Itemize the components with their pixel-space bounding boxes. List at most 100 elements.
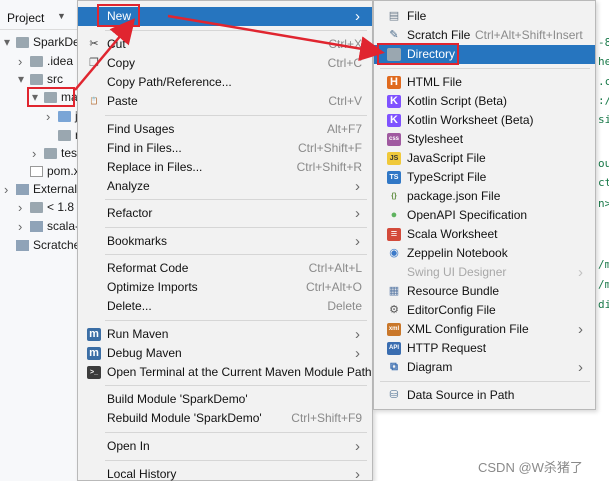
new-item-stylesheet[interactable]: css Stylesheet — [374, 130, 595, 149]
new-item-openapi-specification[interactable]: ● OpenAPI Specification — [374, 206, 595, 225]
annotation-box-directory — [377, 43, 459, 65]
menu-item-label: Optimize Imports — [107, 280, 198, 294]
menu-item-shortcut: Alt+F7 — [326, 122, 362, 136]
tree-collapsed-icon[interactable]: › — [18, 217, 28, 236]
folder-icon — [44, 148, 57, 159]
menu-item-cut[interactable]: ✂ Cut Ctrl+X — [78, 35, 372, 54]
menu-item-label: Scala Worksheet — [407, 227, 498, 241]
project-title: Project — [7, 11, 45, 25]
menu-separator — [380, 68, 590, 69]
menu-item-copy[interactable]: ❐ Copy Ctrl+C — [78, 54, 372, 73]
api-icon: API — [387, 342, 401, 355]
chevron-right-icon: › — [578, 359, 583, 376]
menu-item-debug-maven[interactable]: m Debug Maven › — [78, 344, 372, 363]
menu-item-refactor[interactable]: Refactor › — [78, 204, 372, 223]
folder-icon — [30, 56, 43, 67]
new-item-package-json-file[interactable]: {} package.json File — [374, 187, 595, 206]
editor-text-fragment: /m — [598, 258, 609, 271]
menu-item-label: Delete... — [107, 299, 152, 313]
menu-item-label: Analyze — [107, 179, 150, 193]
menu-item-paste[interactable]: 📋 Paste Ctrl+V — [78, 92, 372, 111]
new-item-kotlin-worksheet-beta[interactable]: K Kotlin Worksheet (Beta) — [374, 111, 595, 130]
chevron-right-icon: › — [355, 466, 360, 481]
menu-item-shortcut: Ctrl+Alt+L — [308, 261, 362, 275]
chevron-right-icon: › — [578, 264, 583, 281]
openapi-icon: ● — [390, 209, 398, 221]
menu-item-label: Build Module 'SparkDemo' — [107, 392, 248, 406]
menu-item-analyze[interactable]: Analyze › — [78, 177, 372, 196]
tree-collapsed-icon[interactable]: › — [18, 52, 28, 71]
menu-item-open-terminal-at-the-current-maven-module-path[interactable]: >_ Open Terminal at the Current Maven Mod… — [78, 363, 372, 382]
chevron-right-icon: › — [355, 233, 360, 250]
terminal-icon: >_ — [87, 366, 101, 379]
new-item-editorconfig-file[interactable]: ⚙ EditorConfig File — [374, 301, 595, 320]
chevron-right-icon: › — [355, 178, 360, 195]
new-item-xml-configuration-file[interactable]: xml XML Configuration File › — [374, 320, 595, 339]
project-header[interactable]: Project ▼ — [0, 0, 78, 30]
menu-item-local-history[interactable]: Local History › — [78, 465, 372, 481]
new-item-scala-worksheet[interactable]: ≡ Scala Worksheet — [374, 225, 595, 244]
menu-item-label: TypeScript File — [407, 170, 487, 184]
menu-item-find-in-files[interactable]: Find in Files... Ctrl+Shift+F — [78, 139, 372, 158]
new-item-typescript-file[interactable]: TS TypeScript File — [374, 168, 595, 187]
new-item-zeppelin-notebook[interactable]: ◉ Zeppelin Notebook — [374, 244, 595, 263]
menu-item-open-in[interactable]: Open In › — [78, 437, 372, 456]
editor-text-fragment: n> — [598, 197, 609, 210]
database-icon: ⛁ — [389, 389, 399, 401]
new-item-resource-bundle[interactable]: ▦ Resource Bundle — [374, 282, 595, 301]
new-item-http-request[interactable]: API HTTP Request — [374, 339, 595, 358]
menu-item-replace-in-files[interactable]: Replace in Files... Ctrl+Shift+R — [78, 158, 372, 177]
new-item-javascript-file[interactable]: JS JavaScript File — [374, 149, 595, 168]
menu-item-build-module-sparkdemo[interactable]: Build Module 'SparkDemo' — [78, 390, 372, 409]
menu-item-optimize-imports[interactable]: Optimize Imports Ctrl+Alt+O — [78, 278, 372, 297]
menu-item-run-maven[interactable]: m Run Maven › — [78, 325, 372, 344]
new-item-html-file[interactable]: H HTML File — [374, 73, 595, 92]
menu-item-shortcut: Ctrl+X — [328, 37, 362, 51]
chevron-right-icon: › — [578, 321, 583, 338]
editor-text-fragment: -8 — [598, 36, 609, 49]
menu-item-shortcut: Ctrl+V — [328, 94, 362, 108]
file-icon: ▤ — [388, 10, 400, 22]
new-item-diagram[interactable]: ⧉ Diagram › — [374, 358, 595, 377]
menu-item-find-usages[interactable]: Find Usages Alt+F7 — [78, 120, 372, 139]
folder-icon — [30, 202, 43, 213]
menu-separator — [105, 254, 367, 255]
menu-item-label: OpenAPI Specification — [407, 208, 528, 222]
menu-item-label: Paste — [107, 94, 138, 108]
chevron-right-icon: › — [355, 326, 360, 343]
new-item-file[interactable]: ▤ File — [374, 7, 595, 26]
menu-item-label: HTTP Request — [407, 341, 487, 355]
menu-item-label: Kotlin Script (Beta) — [407, 94, 508, 108]
editor-text-fragment: ou — [598, 157, 609, 170]
menu-item-label: Zeppelin Notebook — [407, 246, 508, 260]
menu-item-rebuild-module-sparkdemo[interactable]: Rebuild Module 'SparkDemo' Ctrl+Shift+F9 — [78, 409, 372, 428]
project-tool-window: Project ▼ ▾SparkDemo›.idea▾src▾ma›jr›tes… — [0, 0, 96, 481]
chevron-right-icon: › — [355, 205, 360, 222]
new-item-kotlin-script-beta[interactable]: K Kotlin Script (Beta) — [374, 92, 595, 111]
menu-item-label: XML Configuration File — [407, 322, 529, 336]
menu-item-label: Rebuild Module 'SparkDemo' — [107, 411, 262, 425]
gear-icon: ⚙ — [389, 304, 399, 316]
menu-item-shortcut: Ctrl+Shift+F — [297, 141, 362, 155]
menu-item-label: Copy — [107, 56, 136, 70]
ts-icon: TS — [387, 171, 401, 184]
menu-item-copy-path-reference[interactable]: Copy Path/Reference... — [78, 73, 372, 92]
menu-item-reformat-code[interactable]: Reformat Code Ctrl+Alt+L — [78, 259, 372, 278]
menu-item-bookmarks[interactable]: Bookmarks › — [78, 232, 372, 251]
tree-collapsed-icon[interactable]: › — [18, 198, 28, 217]
tree-collapsed-icon[interactable]: › — [4, 180, 14, 199]
annotation-box-new — [97, 4, 140, 27]
editor-text-fragment: ct — [598, 176, 609, 189]
css-icon: css — [387, 133, 401, 146]
menu-item-delete[interactable]: Delete... Delete — [78, 297, 372, 316]
menu-item-shortcut: Ctrl+C — [327, 56, 362, 70]
tree-collapsed-icon[interactable]: › — [32, 144, 42, 163]
new-item-data-source-in-path[interactable]: ⛁ Data Source in Path — [374, 386, 595, 405]
menu-item-label: Open Terminal at the Current Maven Modul… — [107, 365, 372, 379]
chevron-down-icon[interactable]: ▼ — [57, 11, 66, 21]
maven-icon: m — [87, 328, 101, 341]
menu-separator — [105, 227, 367, 228]
tree-collapsed-icon[interactable]: › — [46, 107, 56, 126]
tree-expanded-icon[interactable]: ▾ — [4, 33, 14, 52]
menu-separator — [105, 385, 367, 386]
